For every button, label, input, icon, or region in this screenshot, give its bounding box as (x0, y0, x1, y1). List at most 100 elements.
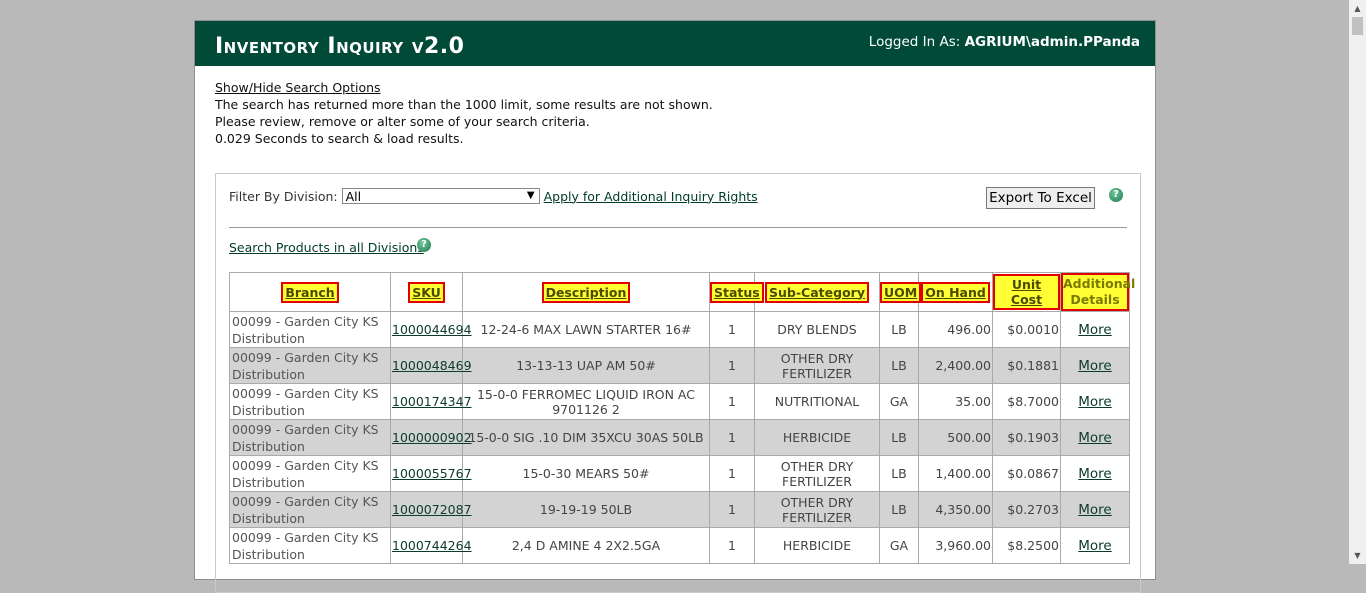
sku-link[interactable]: 1000000902 (392, 430, 472, 445)
column-header-status[interactable]: Status (709, 272, 764, 312)
more-cell: More (1060, 419, 1130, 456)
timing-message: 0.029 Seconds to search & load results. (215, 131, 464, 146)
table-row: 00099 - Garden City KS Distribution 1000… (229, 419, 1130, 456)
sku-cell: 1000744264 (390, 527, 472, 564)
column-header-onhand[interactable]: On Hand (918, 272, 993, 312)
column-header-description[interactable]: Description (462, 272, 710, 312)
table-row: 00099 - Garden City KS Distribution 1000… (229, 347, 1130, 384)
unitcost-cell: $0.0010 (992, 311, 1061, 348)
app-header: Inventory Inquiry v2.0 Logged In As: AGR… (195, 21, 1155, 66)
inventory-table: Branch SKU Description Status Sub-Catego… (229, 272, 1135, 564)
sku-link[interactable]: 1000044694 (392, 322, 472, 337)
sku-link[interactable]: 1000055767 (392, 466, 472, 481)
page-title: Inventory Inquiry v2.0 (215, 34, 465, 59)
table-row: 00099 - Garden City KS Distribution 1000… (229, 311, 1130, 348)
page-scrollbar[interactable]: ▲ ▼ (1349, 0, 1366, 564)
sku-link[interactable]: 1000744264 (392, 538, 472, 553)
division-select[interactable]: All ▼ (341, 188, 540, 204)
subcategory-cell: DRY BLENDS (754, 311, 880, 348)
uom-cell: LB (879, 491, 919, 528)
description-cell: 19-19-19 50LB (462, 491, 710, 528)
subcategory-cell: OTHER DRY FERTILIZER (754, 347, 880, 384)
column-header-unitcost[interactable]: Unit Cost (992, 272, 1061, 312)
limit-message: The search has returned more than the 10… (215, 97, 713, 112)
unitcost-cell: $0.2703 (992, 491, 1061, 528)
unitcost-cell: $0.0867 (992, 455, 1061, 492)
dropdown-arrow-icon: ▼ (526, 190, 535, 201)
onhand-cell: 1,400.00 (918, 455, 993, 492)
branch-cell: 00099 - Garden City KS Distribution (229, 383, 391, 420)
help-icon[interactable]: ? (417, 238, 431, 252)
status-cell: 1 (709, 311, 755, 348)
status-cell: 1 (709, 383, 755, 420)
login-info: Logged In As: AGRIUM\admin.PPanda (869, 34, 1140, 50)
more-link[interactable]: More (1078, 430, 1111, 446)
branch-cell: 00099 - Garden City KS Distribution (229, 491, 391, 528)
sku-cell: 1000044694 (390, 311, 472, 348)
more-link[interactable]: More (1078, 466, 1111, 482)
more-link[interactable]: More (1078, 322, 1111, 338)
more-cell: More (1060, 455, 1130, 492)
table-row: 00099 - Garden City KS Distribution 1000… (229, 455, 1130, 492)
column-header-sku[interactable]: SKU (390, 272, 463, 312)
subcategory-cell: HERBICIDE (754, 419, 880, 456)
unitcost-cell: $0.1903 (992, 419, 1061, 456)
uom-cell: GA (879, 383, 919, 420)
results-panel: Filter By Division: All ▼ Apply for Addi… (215, 173, 1141, 593)
column-header-subcategory[interactable]: Sub-Category (754, 272, 880, 312)
status-cell: 1 (709, 455, 755, 492)
subcategory-cell: OTHER DRY FERTILIZER (754, 491, 880, 528)
uom-cell: LB (879, 347, 919, 384)
onhand-cell: 4,350.00 (918, 491, 993, 528)
status-cell: 1 (709, 419, 755, 456)
branch-cell: 00099 - Garden City KS Distribution (229, 455, 391, 492)
onhand-cell: 35.00 (918, 383, 993, 420)
table-row: 00099 - Garden City KS Distribution 1000… (229, 491, 1130, 528)
status-cell: 1 (709, 491, 755, 528)
subcategory-cell: NUTRITIONAL (754, 383, 880, 420)
onhand-cell: 2,400.00 (918, 347, 993, 384)
description-cell: 2,4 D AMINE 4 2X2.5GA (462, 527, 710, 564)
more-link[interactable]: More (1078, 394, 1111, 410)
uom-cell: LB (879, 419, 919, 456)
scroll-up-arrow-icon[interactable]: ▲ (1349, 0, 1366, 17)
table-header-row: Branch SKU Description Status Sub-Catego… (229, 272, 1135, 312)
unitcost-cell: $8.2500 (992, 527, 1061, 564)
branch-cell: 00099 - Garden City KS Distribution (229, 311, 391, 348)
subcategory-cell: HERBICIDE (754, 527, 880, 564)
uom-cell: GA (879, 527, 919, 564)
more-cell: More (1060, 383, 1130, 420)
more-link[interactable]: More (1078, 358, 1111, 374)
more-cell: More (1060, 527, 1130, 564)
export-excel-button[interactable]: Export To Excel (986, 187, 1095, 209)
scroll-down-arrow-icon[interactable]: ▼ (1349, 547, 1366, 564)
sku-link[interactable]: 1000072087 (392, 502, 472, 517)
description-cell: 12-24-6 MAX LAWN STARTER 16# (462, 311, 710, 348)
division-selected-value: All (345, 189, 362, 204)
onhand-cell: 496.00 (918, 311, 993, 348)
column-header-uom[interactable]: UOM (879, 272, 922, 312)
branch-cell: 00099 - Garden City KS Distribution (229, 527, 391, 564)
app-window: Inventory Inquiry v2.0 Logged In As: AGR… (194, 20, 1156, 593)
division-filter-label: Filter By Division: (229, 188, 338, 204)
divider (229, 227, 1127, 228)
table-row: 00099 - Garden City KS Distribution 1000… (229, 527, 1130, 564)
description-cell: 15-0-0 FERROMEC LIQUID IRON AC 9701126 2 (462, 383, 710, 420)
more-cell: More (1060, 491, 1130, 528)
column-header-additional-details: Additional Details (1060, 272, 1135, 312)
apply-rights-link[interactable]: Apply for Additional Inquiry Rights (544, 189, 758, 204)
sku-cell: 1000000902 (390, 419, 472, 456)
search-all-divisions-link[interactable]: Search Products in all Divisions (229, 240, 424, 255)
onhand-cell: 3,960.00 (918, 527, 993, 564)
sku-link[interactable]: 1000174347 (392, 394, 472, 409)
show-hide-search-options-link[interactable]: Show/Hide Search Options (215, 80, 381, 95)
subcategory-cell: OTHER DRY FERTILIZER (754, 455, 880, 492)
column-header-branch[interactable]: Branch (229, 272, 391, 312)
more-link[interactable]: More (1078, 538, 1111, 554)
more-cell: More (1060, 347, 1130, 384)
sku-link[interactable]: 1000048469 (392, 358, 472, 373)
more-cell: More (1060, 311, 1130, 348)
more-link[interactable]: More (1078, 502, 1111, 518)
scroll-thumb[interactable] (1352, 17, 1363, 35)
help-icon[interactable]: ? (1109, 188, 1123, 202)
